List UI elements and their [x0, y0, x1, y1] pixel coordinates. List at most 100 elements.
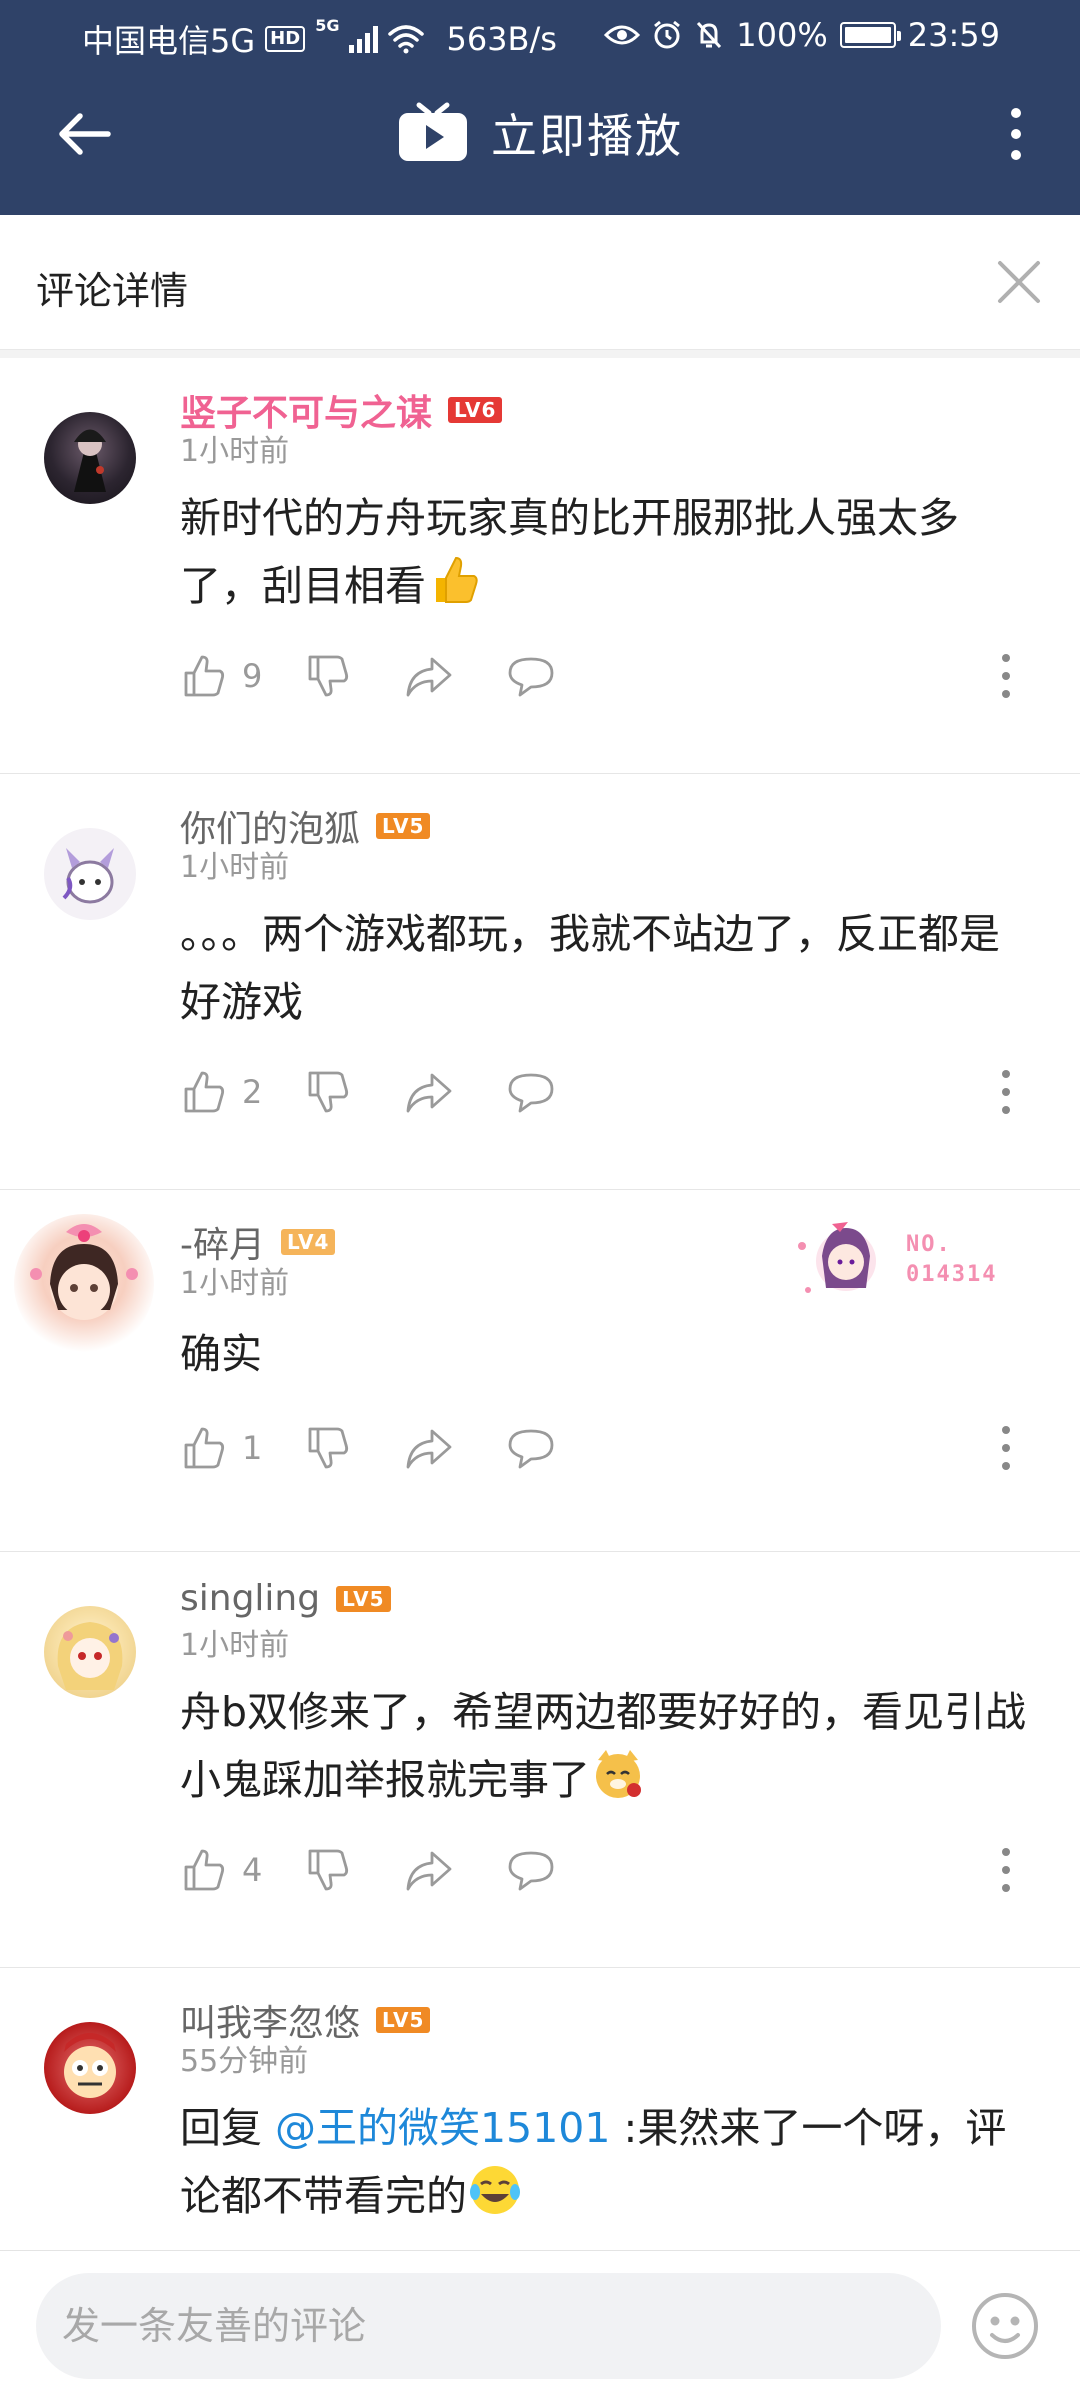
thumbs-up-emoji-icon — [436, 556, 478, 603]
level-badge: LV4 — [281, 1229, 336, 1255]
comment-input[interactable] — [36, 2273, 941, 2379]
like-button[interactable]: 2 — [180, 1062, 296, 1122]
thumbs-up-icon — [184, 655, 225, 697]
thumbs-up-icon — [184, 1071, 225, 1113]
alarm-icon — [654, 20, 681, 49]
comment-item: 竖子不可与之谋 LV6 1小时前 新时代的方舟玩家真的比开服那批人强太多了，刮目… — [0, 358, 1080, 774]
avatar[interactable] — [44, 1606, 136, 1698]
battery-percent: 100% — [736, 16, 828, 54]
level-badge: LV5 — [376, 813, 431, 839]
share-button[interactable] — [404, 646, 454, 706]
comment-text: 确实 — [180, 1330, 262, 1378]
thumbs-down-icon — [308, 1849, 349, 1891]
reply-button[interactable] — [506, 646, 556, 706]
app-title: 立即播放 — [491, 109, 683, 163]
comment-list[interactable]: 竖子不可与之谋 LV6 1小时前 新时代的方舟玩家真的比开服那批人强太多了，刮目… — [0, 358, 1080, 2250]
avatar[interactable] — [44, 2022, 136, 2114]
avatar-frame[interactable] — [14, 1214, 154, 1354]
like-count: 1 — [242, 1429, 263, 1467]
tears-of-joy-emoji-icon — [470, 2166, 520, 2214]
emoji-face-icon[interactable] — [970, 2291, 1040, 2361]
comment-actions: 4 — [180, 1840, 1040, 1900]
battery-icon — [839, 22, 901, 48]
share-button[interactable] — [404, 1418, 454, 1478]
comment-detail-header: 评论详情 — [0, 215, 1080, 350]
comment-bubble-icon — [508, 657, 554, 697]
app-title-group: 立即播放 — [0, 100, 1080, 166]
reply-button[interactable] — [506, 1418, 556, 1478]
thumbs-down-icon — [308, 655, 349, 697]
share-icon — [406, 1851, 452, 1891]
comment-text: 舟b双修来了，希望两边都要好好的，看见引战小鬼踩加举报就完事了 — [180, 1678, 1040, 1814]
comment-text: 。。。两个游戏都玩，我就不站边了，反正都是好游戏 — [180, 910, 1000, 1026]
status-bar: 中国电信5G HD 5G 563B/s 100% 23:59 — [0, 0, 1080, 72]
net-type-label: 5G — [315, 16, 340, 35]
sheet-title: 评论详情 — [36, 269, 189, 313]
carrier-label: 中国电信5G — [82, 22, 256, 60]
level-badge: LV5 — [376, 2007, 431, 2033]
wifi-icon — [388, 25, 425, 54]
comment-bubble-icon — [508, 1851, 554, 1891]
thumbs-up-icon — [184, 1849, 225, 1891]
like-button[interactable]: 9 — [180, 646, 296, 706]
reply-button[interactable] — [506, 1840, 556, 1900]
comment-item: 叫我李忽悠 LV5 55分钟前 回复 @王的微笑15101 :果然来了一个呀，评… — [0, 1968, 1080, 2250]
comment-text-body: 新时代的方舟玩家真的比开服那批人强太多了，刮目相看 — [180, 494, 959, 610]
comment-more-icon[interactable] — [996, 654, 1016, 698]
comment-actions: 9 — [180, 646, 1040, 706]
thumbs-up-icon — [184, 1427, 225, 1469]
comment-more-icon[interactable] — [996, 1848, 1016, 1892]
share-button[interactable] — [404, 1062, 454, 1122]
comment-text: 新时代的方舟玩家真的比开服那批人强太多了，刮目相看 — [180, 484, 1040, 620]
close-icon[interactable] — [994, 257, 1044, 307]
dislike-button[interactable] — [304, 1418, 354, 1478]
like-button[interactable]: 1 — [180, 1418, 296, 1478]
share-icon — [406, 1073, 452, 1113]
doge-rose-emoji-icon — [596, 1750, 641, 1798]
network-speed-label: 563B/s — [446, 20, 557, 58]
dislike-button[interactable] — [304, 1062, 354, 1122]
dislike-button[interactable] — [304, 1840, 354, 1900]
comment-actions: 2 — [180, 1062, 1040, 1122]
level-badge: LV5 — [336, 1585, 391, 1612]
comment-text: 回复 @王的微笑15101 :果然来了一个呀，评论都不带看完的 — [180, 2094, 1040, 2230]
signal-icon — [349, 25, 379, 53]
mute-bell-icon — [697, 21, 722, 49]
comment-more-icon[interactable] — [996, 1070, 1016, 1114]
header-divider — [0, 350, 1080, 358]
share-button[interactable] — [404, 1840, 454, 1900]
reply-prefix: 回复 — [180, 2104, 276, 2152]
status-right: 100% 23:59 — [604, 16, 1000, 54]
level-badge: LV6 — [448, 397, 503, 423]
comment-more-icon[interactable] — [996, 1426, 1016, 1470]
comment-item: -碎月 LV4 NO. 014314 1小时前 确实 1 — [0, 1190, 1080, 1552]
avatar[interactable] — [44, 828, 136, 920]
status-left: 中国电信5G HD 5G 563B/s — [82, 16, 557, 62]
username[interactable]: singling — [180, 1578, 320, 1619]
like-count: 4 — [242, 1851, 263, 1889]
thumbs-down-icon — [308, 1071, 349, 1113]
comment-time: 1小时前 — [180, 1266, 290, 1301]
comment-actions: 1 — [180, 1418, 1040, 1478]
share-icon — [406, 657, 452, 697]
avatar[interactable] — [44, 412, 136, 504]
comment-bubble-icon — [508, 1073, 554, 1113]
fan-badge-card[interactable]: NO. 014314 — [786, 1206, 1026, 1316]
like-count: 2 — [242, 1073, 263, 1111]
dislike-button[interactable] — [304, 646, 354, 706]
thumbs-down-icon — [308, 1427, 349, 1469]
app-bar: 立即播放 — [0, 72, 1080, 215]
comment-bubble-icon — [508, 1429, 554, 1469]
hd-badge: HD — [265, 26, 306, 52]
clock: 23:59 — [907, 16, 1000, 54]
more-vert-icon[interactable] — [996, 104, 1036, 164]
like-count: 9 — [242, 657, 263, 695]
like-button[interactable]: 4 — [180, 1840, 296, 1900]
comment-time: 1小时前 — [180, 1628, 290, 1663]
tv-play-icon — [399, 102, 467, 161]
share-icon — [406, 1429, 452, 1469]
mention-link[interactable]: @王的微笑15101 — [275, 2104, 610, 2152]
comment-time: 1小时前 — [180, 434, 290, 469]
comment-item: 你们的泡狐 LV5 1小时前 。。。两个游戏都玩，我就不站边了，反正都是好游戏 … — [0, 774, 1080, 1190]
reply-button[interactable] — [506, 1062, 556, 1122]
